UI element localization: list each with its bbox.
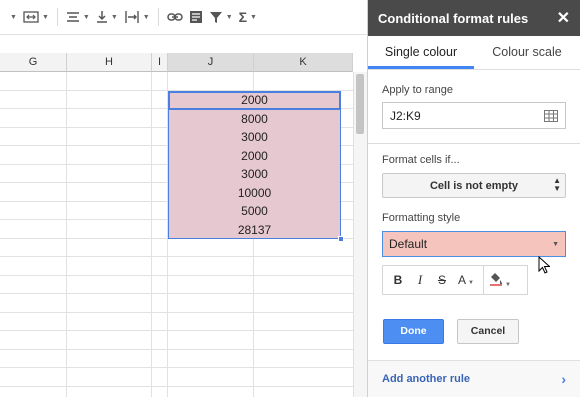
apply-range-section: Apply to range J2:K9 (368, 70, 580, 143)
tab-single-colour[interactable]: Single colour (368, 36, 474, 69)
chevron-down-icon: ▼ (41, 13, 49, 21)
condition-select[interactable]: Cell is not empty ▲ ▼ (382, 173, 566, 198)
toolbar-divider (56, 8, 58, 26)
table-row[interactable] (0, 257, 353, 276)
formatting-style-value: Default (389, 237, 428, 251)
table-row[interactable] (0, 350, 353, 368)
vertical-align-button[interactable]: ▼ (93, 5, 121, 29)
scrollbar-thumb[interactable] (356, 74, 364, 134)
close-icon[interactable]: ✕ (557, 8, 570, 28)
functions-button[interactable]: Σ ▼ (236, 5, 260, 29)
chevron-down-icon: ▼ (82, 13, 90, 21)
table-row[interactable] (0, 331, 353, 350)
toolbar: ▼ ▼ ▼ ▼ ▼ ▼ Σ ▼ (0, 0, 367, 35)
formatting-style-section: Formatting style Default ▼ B I S A ▼ ▼ (368, 198, 580, 295)
horizontal-align-button[interactable]: ▼ (63, 5, 93, 29)
functions-icon: Σ (238, 9, 248, 25)
conditional-format-panel: Conditional format rules ✕ Single colour… (367, 0, 580, 397)
formatting-style-select[interactable]: Default ▼ (382, 231, 566, 257)
table-row[interactable] (0, 294, 353, 313)
done-button[interactable]: Done (383, 319, 444, 344)
add-another-rule-button[interactable]: Add another rule › (368, 360, 580, 397)
chevron-down-icon: ▼ (505, 281, 511, 288)
chevron-down-icon: ▼ (110, 13, 118, 21)
table-row[interactable] (0, 368, 353, 387)
panel-tabs: Single colour Colour scale (368, 36, 580, 70)
chevron-down-icon: ▼ (225, 13, 233, 21)
insert-link-icon (166, 13, 183, 21)
chevron-down-icon: ▼ (10, 13, 17, 21)
chevron-down-icon: ▼ (142, 13, 150, 21)
grid-select-icon[interactable] (544, 109, 558, 122)
cell-value[interactable]: 28137 (168, 221, 341, 240)
cell-value[interactable]: 10000 (168, 184, 341, 203)
table-row[interactable] (0, 276, 353, 294)
column-header-g[interactable]: G (0, 53, 67, 72)
toolbar-divider (157, 8, 159, 26)
style-toolbar: B I S A ▼ ▼ (382, 265, 528, 295)
merge-cells-button[interactable]: ▼ (20, 5, 52, 29)
strikethrough-button[interactable]: S (431, 273, 453, 287)
sheet-top-strip (0, 36, 367, 53)
panel-header: Conditional format rules ✕ (368, 0, 580, 36)
cancel-button[interactable]: Cancel (457, 319, 519, 344)
table-row[interactable] (0, 72, 353, 91)
bold-button[interactable]: B (387, 273, 409, 287)
text-wrap-icon (125, 11, 139, 23)
column-header-i[interactable]: I (152, 53, 168, 72)
spreadsheet-grid: G H I J K 2000 8000 3000 2000 3000 10000… (0, 36, 367, 397)
insert-link-button[interactable] (164, 5, 186, 29)
fill-color-icon (490, 272, 503, 286)
table-row[interactable] (0, 313, 353, 331)
mouse-pointer-icon (538, 256, 550, 274)
table-row[interactable] (0, 387, 353, 397)
column-header-j[interactable]: J (168, 53, 254, 72)
toolbar-dropdown-partial[interactable]: ▼ (4, 5, 20, 29)
tab-colour-scale[interactable]: Colour scale (474, 36, 580, 69)
formatting-style-label: Formatting style (382, 212, 461, 224)
cell-value[interactable]: 8000 (168, 110, 341, 129)
select-arrows-icon: ▲ ▼ (553, 176, 561, 193)
range-input-value: J2:K9 (390, 108, 421, 123)
condition-section: Format cells if... Cell is not empty ▲ ▼ (368, 144, 580, 198)
condition-select-value: Cell is not empty (429, 179, 519, 192)
text-color-button[interactable]: A ▼ (453, 273, 479, 287)
chevron-right-icon: › (561, 371, 566, 387)
chevron-down-icon: ▼ (250, 13, 257, 21)
cell-value[interactable]: 3000 (168, 128, 341, 147)
align-vertical-icon (96, 11, 107, 23)
text-wrap-button[interactable]: ▼ (121, 5, 153, 29)
cell-value[interactable]: 5000 (168, 202, 341, 221)
chevron-down-icon: ▼ (552, 240, 559, 248)
italic-button[interactable]: I (409, 272, 431, 288)
insert-comment-button[interactable] (186, 5, 206, 29)
cell-value[interactable]: 2000 (168, 147, 341, 166)
column-header-k[interactable]: K (254, 53, 353, 72)
fill-color-button[interactable]: ▼ (484, 272, 516, 289)
cell-value[interactable]: 3000 (168, 165, 341, 184)
cell-value[interactable]: 2000 (168, 91, 341, 110)
chevron-down-icon: ▼ (468, 280, 474, 286)
apply-range-label: Apply to range (382, 84, 453, 96)
filter-icon (209, 12, 222, 23)
panel-title: Conditional format rules (378, 10, 529, 26)
format-cells-if-label: Format cells if... (382, 154, 460, 166)
add-rule-label: Add another rule (382, 373, 471, 385)
text-color-icon: A (458, 273, 467, 287)
table-row[interactable] (0, 239, 353, 257)
merge-cells-icon (23, 11, 39, 23)
column-header-h[interactable]: H (67, 53, 152, 72)
range-input[interactable]: J2:K9 (382, 102, 566, 129)
insert-comment-icon (189, 11, 202, 23)
filter-button[interactable]: ▼ (206, 5, 236, 29)
align-horizontal-icon (66, 12, 79, 22)
